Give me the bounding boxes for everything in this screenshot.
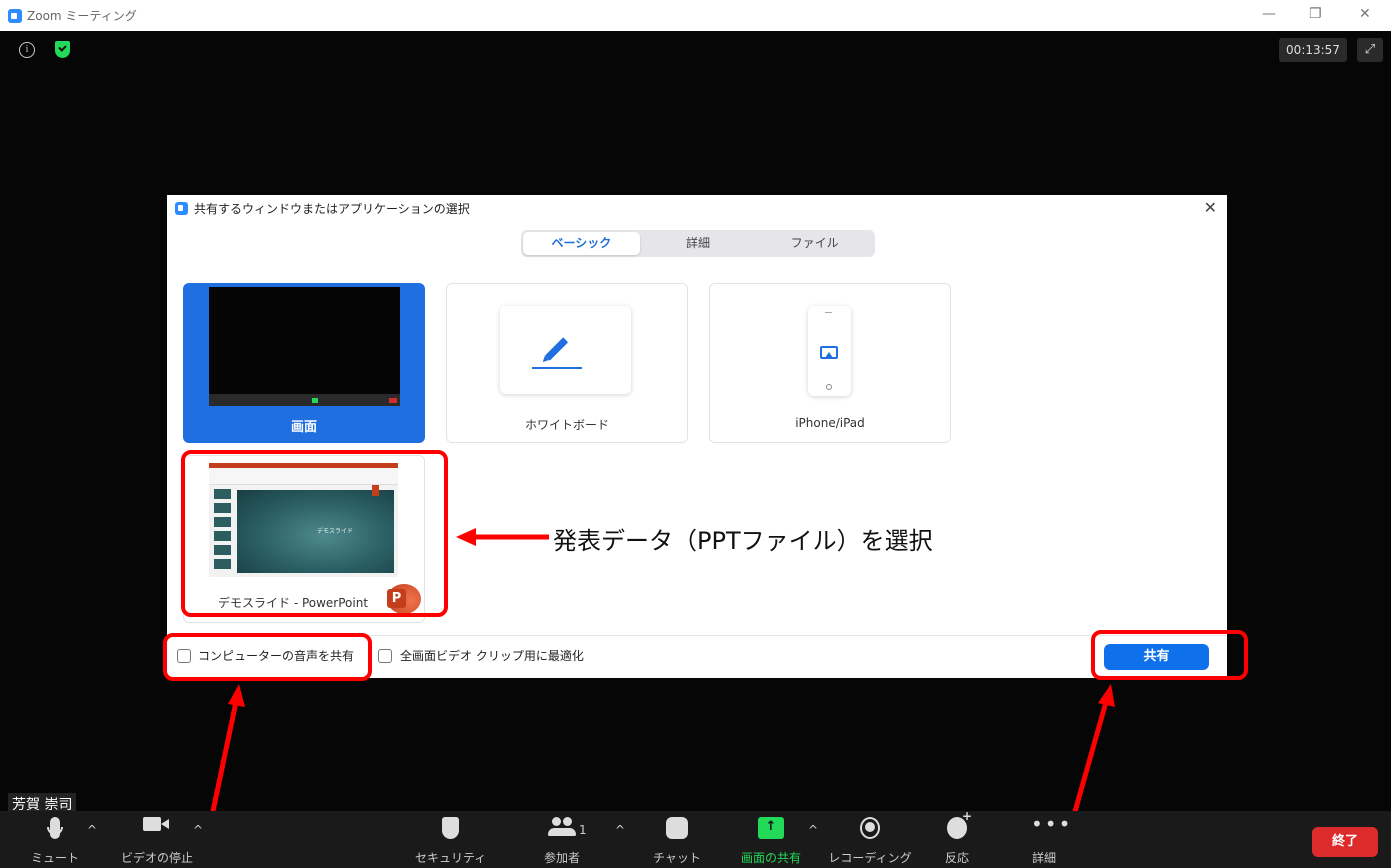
window-title-bar: Zoom ミーティング — ❐ ✕ (0, 0, 1391, 31)
audio-options-caret[interactable]: ^ (87, 823, 97, 837)
share-tabs: ベーシック 詳細 ファイル (521, 230, 875, 257)
optimize-video-checkbox[interactable] (378, 649, 392, 663)
security-button[interactable]: セキュリティ (415, 817, 486, 866)
record-icon (860, 817, 880, 839)
iphone-label: iPhone/iPad (795, 416, 865, 430)
share-options-caret[interactable]: ^ (808, 823, 818, 837)
optimize-video-label[interactable]: 全画面ビデオ クリップ用に最適化 (400, 649, 584, 664)
share-option-powerpoint[interactable]: デモスライド デモスライド - PowerPoint P (183, 455, 425, 623)
stop-video-button[interactable]: ビデオの停止 (112, 817, 202, 866)
mute-button[interactable]: ミュート (30, 817, 80, 866)
zoom-logo-icon (175, 201, 188, 215)
recording-button[interactable]: レコーディング (828, 817, 912, 866)
video-options-caret[interactable]: ^ (193, 823, 203, 837)
share-select-dialog: 共有するウィンドウまたはアプリケーションの選択 ✕ ベーシック 詳細 ファイル … (167, 195, 1227, 678)
powerpoint-thumbnail: デモスライド (209, 463, 398, 577)
share-option-screen[interactable]: 画面 (183, 283, 425, 443)
participant-count: 1 (579, 823, 587, 837)
dialog-close-icon[interactable]: ✕ (1204, 198, 1217, 217)
powerpoint-label: デモスライド - PowerPoint (218, 596, 369, 610)
powerpoint-icon: P (387, 584, 421, 614)
share-audio-label[interactable]: コンピューターの音声を共有 (198, 649, 354, 664)
participants-options-caret[interactable]: ^ (615, 823, 625, 837)
screen-thumbnail (209, 287, 400, 406)
tab-advanced[interactable]: 詳細 (640, 232, 757, 255)
dialog-title: 共有するウィンドウまたはアプリケーションの選択 (194, 201, 470, 216)
reactions-button[interactable]: 反応 (934, 809, 980, 866)
annotation-callout-text: 発表データ（PPTファイル）を選択 (553, 527, 933, 555)
fullscreen-icon[interactable]: ⤢ (1357, 38, 1383, 62)
zoom-logo-icon (8, 8, 22, 23)
more-button[interactable]: ••• 詳細 (1021, 812, 1073, 866)
more-dots-icon: ••• (1031, 812, 1073, 836)
participants-icon (548, 817, 576, 839)
close-window-button[interactable]: ✕ (1359, 6, 1371, 22)
share-option-iphone-ipad[interactable]: iPhone/iPad (709, 283, 951, 443)
video-camera-icon (143, 817, 171, 839)
phone-card (808, 306, 851, 396)
minimize-button[interactable]: — (1262, 6, 1276, 22)
whiteboard-label: ホワイトボード (524, 418, 609, 432)
pen-icon (544, 337, 569, 361)
restore-button[interactable]: ❐ (1309, 6, 1322, 22)
share-audio-checkbox[interactable] (177, 649, 191, 663)
dialog-divider (167, 635, 1227, 636)
info-icon[interactable]: i (19, 42, 35, 58)
meeting-toolbar: ミュート ^ ビデオの停止 ^ セキュリティ 参加者 1 ^ チャット ↑ 画面… (0, 809, 1391, 868)
emoji-react-icon (947, 809, 972, 839)
shield-icon (441, 817, 459, 839)
slide-title-text: デモスライド (317, 528, 354, 535)
chat-bubble-icon (666, 817, 688, 839)
chat-button[interactable]: チャット (650, 817, 704, 866)
airplay-icon (820, 346, 838, 359)
share-button[interactable]: 共有 (1104, 644, 1209, 670)
screen-label: 画面 (290, 420, 317, 435)
tab-basic[interactable]: ベーシック (523, 232, 640, 255)
meeting-timer: 00:13:57 (1279, 38, 1347, 62)
end-meeting-button[interactable]: 終了 (1312, 827, 1378, 857)
dialog-header: 共有するウィンドウまたはアプリケーションの選択 ✕ (167, 195, 1227, 221)
microphone-icon (47, 817, 63, 839)
share-option-whiteboard[interactable]: ホワイトボード (446, 283, 688, 443)
window-title: Zoom ミーティング (27, 9, 137, 23)
share-screen-icon: ↑ (758, 817, 784, 839)
share-screen-button[interactable]: ↑ 画面の共有 (733, 817, 809, 866)
whiteboard-card (500, 306, 631, 394)
tab-files[interactable]: ファイル (756, 232, 873, 255)
encryption-shield-icon[interactable] (55, 41, 70, 58)
